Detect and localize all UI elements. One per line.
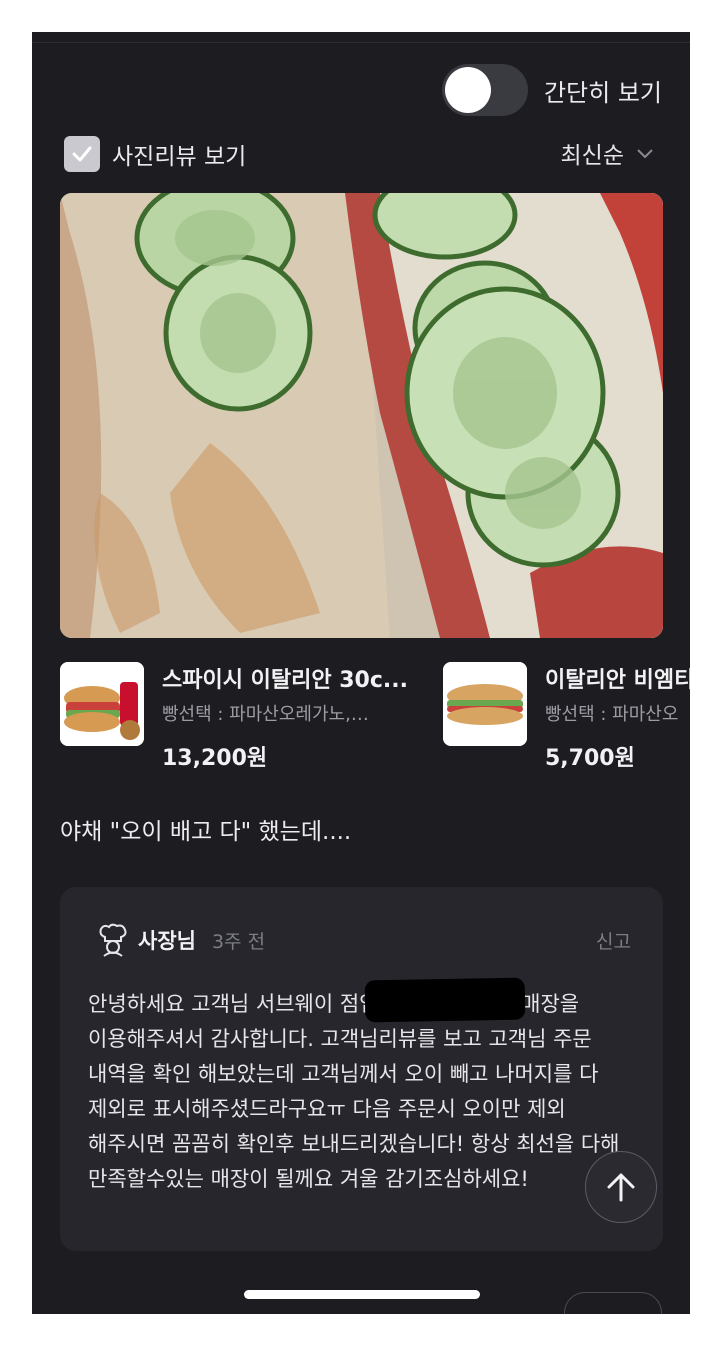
helpful-button[interactable] xyxy=(564,1292,662,1314)
product-thumbnail xyxy=(443,662,527,746)
product-price: 13,200원 xyxy=(162,746,268,771)
review-screen: 간단히 보기 사진리뷰 보기 최신순 스파이시 이탈리안 30c... 빵선택 … xyxy=(32,32,690,1314)
simple-view-label: 간단히 보기 xyxy=(543,78,662,107)
owner-reply-header: 사장님 3주 전 xyxy=(98,923,265,957)
product-carousel[interactable]: 스파이시 이탈리안 30c... 빵선택 : 파마산오레가노,… 13,200원… xyxy=(60,662,690,782)
check-icon xyxy=(72,146,92,162)
product-name: 이탈리안 비엠티 xyxy=(545,668,690,693)
sort-dropdown[interactable]: 최신순 xyxy=(561,136,654,170)
report-link[interactable]: 신고 xyxy=(596,927,631,954)
toggle-knob xyxy=(444,67,491,113)
owner-reply-body: 안녕하세요 고객님 서브웨이 점입니다. 우선 저희 매장을 이용해주셔서 감사… xyxy=(88,992,620,1191)
arrow-up-icon xyxy=(607,1173,635,1202)
photo-review-checkbox[interactable] xyxy=(64,136,100,172)
sandwich-combo-image xyxy=(60,662,144,746)
sort-label: 최신순 xyxy=(560,143,624,169)
scroll-to-top-button[interactable] xyxy=(585,1151,657,1223)
photo-review-label: 사진리뷰 보기 xyxy=(112,144,247,170)
owner-reply-card: 사장님 3주 전 신고 안녕하세요 고객님 서브웨이 점입니다. 우선 저희 매… xyxy=(60,887,663,1251)
product-info: 이탈리안 비엠티 빵선택 : 파마산오 5,700원 xyxy=(545,662,690,772)
divider xyxy=(32,42,690,43)
product-options: 빵선택 : 파마산오레가노,… xyxy=(162,704,369,725)
product-info: 스파이시 이탈리안 30c... 빵선택 : 파마산오레가노,… 13,200원 xyxy=(162,662,414,772)
product-options: 빵선택 : 파마산오 xyxy=(545,704,679,725)
owner-name: 사장님 xyxy=(138,929,196,953)
simple-view-toggle-row: 간단히 보기 xyxy=(441,64,662,116)
review-photo[interactable] xyxy=(60,193,663,638)
product-card[interactable]: 이탈리안 비엠티 빵선택 : 파마산오 5,700원 xyxy=(443,662,690,772)
product-card[interactable]: 스파이시 이탈리안 30c... 빵선택 : 파마산오레가노,… 13,200원 xyxy=(60,662,414,772)
chef-hat-icon xyxy=(99,923,127,957)
photo-review-filter[interactable]: 사진리뷰 보기 xyxy=(64,136,246,172)
review-text: 야채 "오이 배고 다" 했는데.... xyxy=(60,819,352,845)
product-thumbnail xyxy=(60,662,144,746)
simple-view-toggle[interactable] xyxy=(441,64,528,116)
chevron-down-icon xyxy=(637,149,653,159)
reply-time: 3주 전 xyxy=(211,930,266,953)
redaction-mark xyxy=(364,977,526,1023)
product-price: 5,700원 xyxy=(545,746,635,771)
product-name: 스파이시 이탈리안 30c... xyxy=(162,668,408,693)
home-indicator[interactable] xyxy=(244,1290,480,1299)
sandwich-image xyxy=(60,193,663,638)
sandwich-image xyxy=(443,662,527,746)
